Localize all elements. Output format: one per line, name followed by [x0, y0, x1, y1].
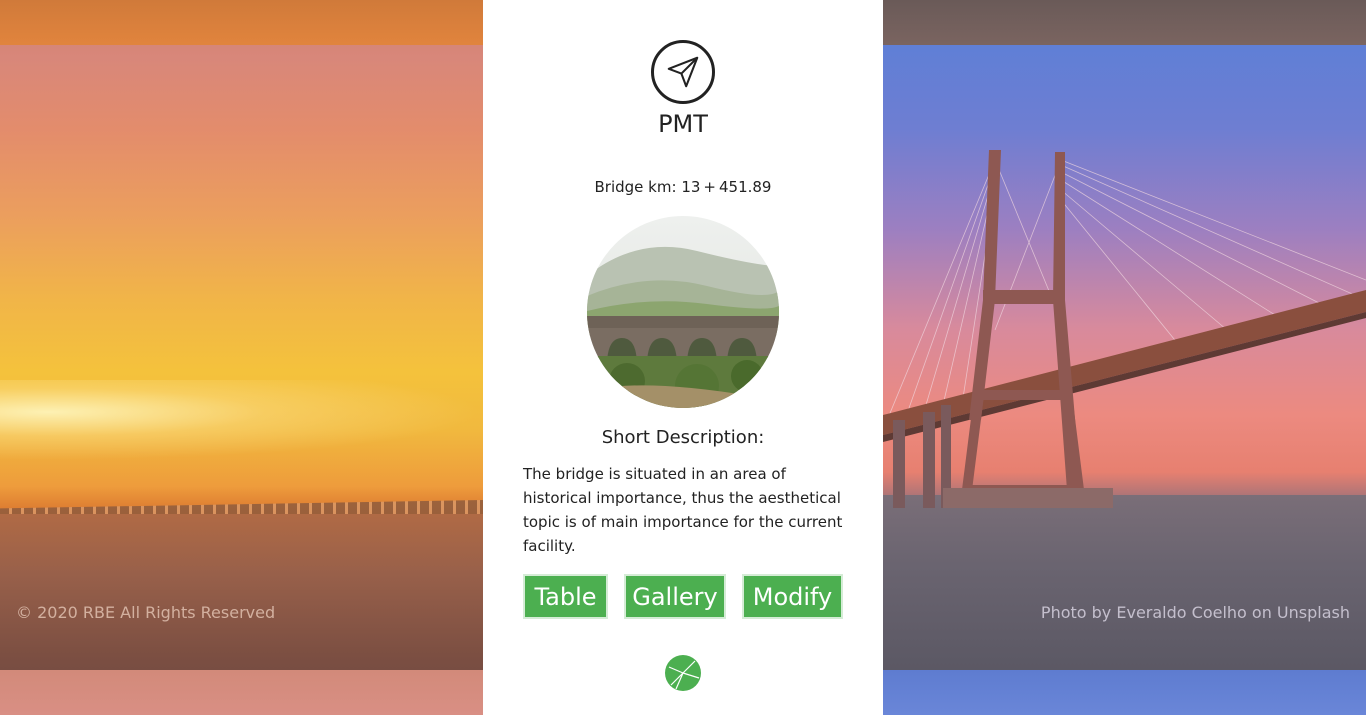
- bridge-photo: [587, 216, 779, 408]
- photo-credit-text: Photo by Everaldo Coelho on Unsplash: [1040, 603, 1350, 622]
- brand-name: PMT: [658, 110, 708, 138]
- green-circle-logo-icon: [665, 655, 701, 691]
- paper-plane-icon: [667, 56, 699, 88]
- bridge-km-decimal: 451.89: [718, 178, 772, 196]
- modify-button[interactable]: Modify: [742, 574, 843, 619]
- bridge-km-line: Bridge km: 13 +451.89: [483, 178, 883, 196]
- background-strip: [883, 670, 1366, 715]
- bridge-km-int: 13: [681, 178, 701, 196]
- viaduct-image: [587, 216, 779, 408]
- table-button[interactable]: Table: [523, 574, 608, 619]
- sun-glow: [0, 380, 483, 460]
- background-strip: [0, 670, 483, 715]
- distant-bridge: [0, 500, 483, 514]
- page: © 2020 RBE All Rights Reserved Photo by …: [0, 0, 1366, 715]
- background-strip: [0, 0, 483, 45]
- gallery-button[interactable]: Gallery: [624, 574, 726, 619]
- copyright-text: © 2020 RBE All Rights Reserved: [16, 603, 276, 622]
- bridge-km-label: Bridge km:: [594, 178, 677, 196]
- description-title: Short Description:: [601, 427, 765, 448]
- description-text: The bridge is situated in an area of his…: [523, 465, 843, 555]
- brand-logo[interactable]: [651, 40, 715, 104]
- bridge-info-card: PMT Bridge km: 13 +451.89 Short Descript…: [483, 0, 883, 715]
- footer-logo[interactable]: [664, 654, 702, 692]
- bridge-km-separator: +: [703, 178, 716, 196]
